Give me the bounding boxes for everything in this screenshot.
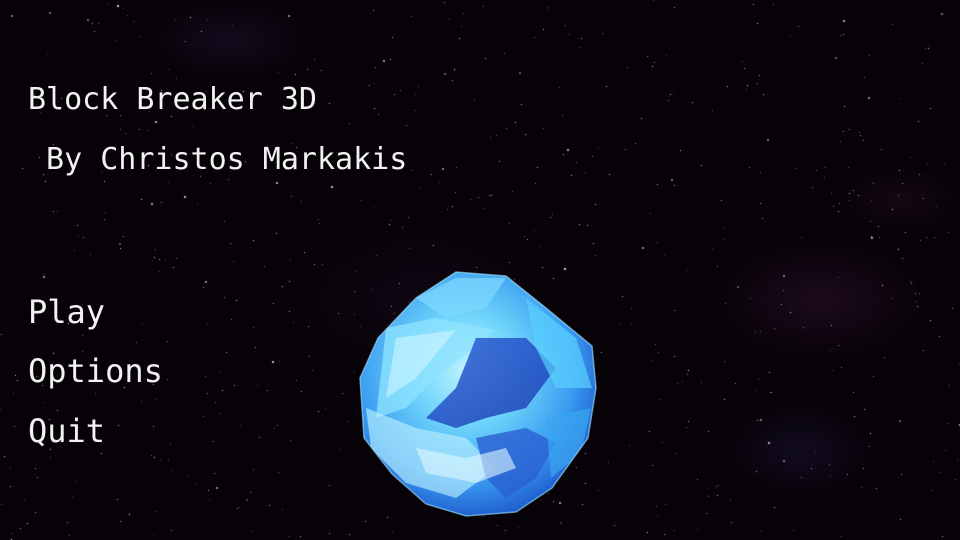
menu-options-button[interactable]: Options — [28, 355, 163, 387]
game-title: Block Breaker 3D — [28, 82, 317, 117]
crystal-sphere-icon — [359, 271, 597, 517]
ball-body — [359, 271, 597, 517]
main-menu-screen: Block Breaker 3D By Christos Markakis Pl… — [0, 0, 960, 540]
menu-quit-button[interactable]: Quit — [28, 415, 105, 447]
menu-play-button[interactable]: Play — [28, 296, 105, 328]
game-credit: By Christos Markakis — [28, 142, 408, 177]
